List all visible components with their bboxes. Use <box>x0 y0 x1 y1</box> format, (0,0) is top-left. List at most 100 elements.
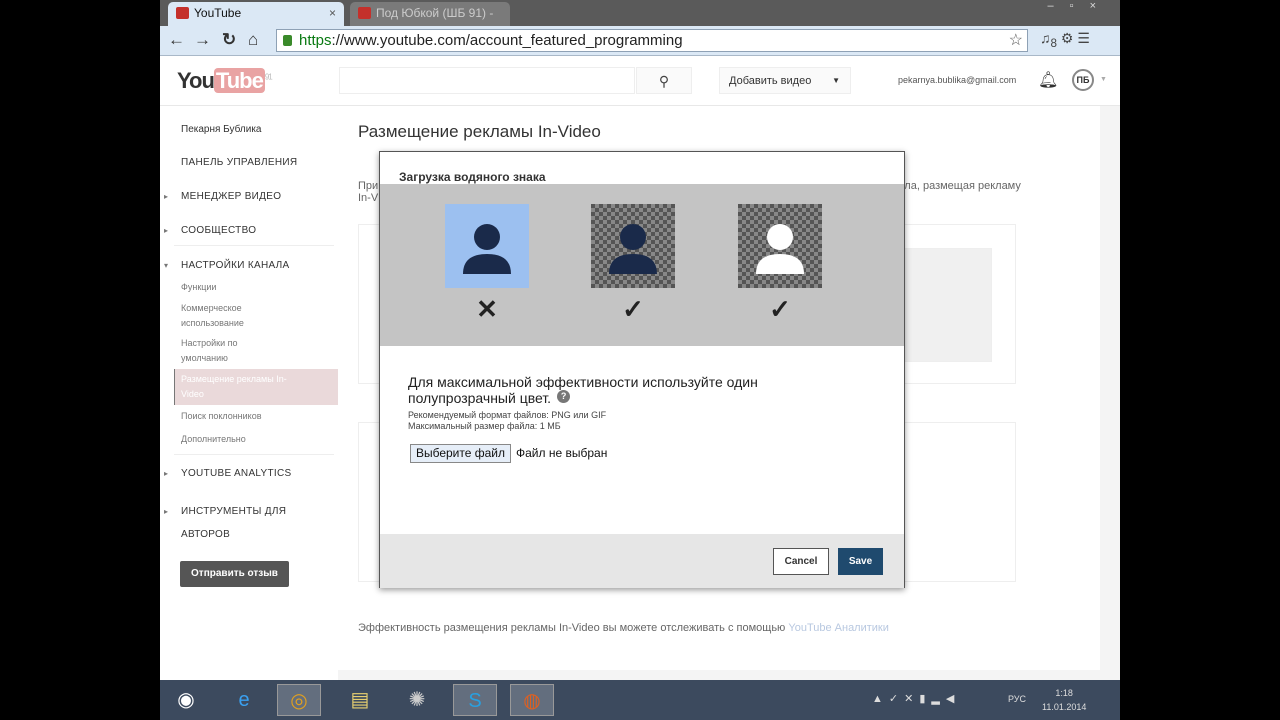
tab-label: YouTube <box>194 6 242 20</box>
logo-sup: 91 <box>264 72 273 82</box>
date: 11.01.2014 <box>1042 702 1087 712</box>
chevron-down-icon[interactable]: ▼ <box>1100 76 1107 83</box>
chevron-down-icon: ▼ <box>832 76 840 85</box>
dialog-footer: Cancel Save <box>380 534 904 588</box>
sidebar-subitem-advanced[interactable]: Дополнительно <box>181 432 331 447</box>
sidebar-item-creator-tools[interactable]: ▸ ИНСТРУМЕНТЫ ДЛЯ АВТОРОВ <box>164 500 291 546</box>
youtube-favicon-icon <box>176 7 189 19</box>
extension-badge: 8 <box>1050 36 1057 50</box>
youtube-logo[interactable]: YouTube 91 <box>177 68 273 94</box>
watermark-examples: ✕ ✓ ✓ <box>380 184 904 346</box>
help-icon[interactable]: ? <box>557 390 571 403</box>
watermark-upload-dialog: Загрузка водяного знака ✕ ✓ ✓ Для максим… <box>379 151 905 588</box>
recommendation-text: Для максимальной эффективности используй… <box>408 374 788 406</box>
bottom-text: Эффективность размещения рекламы In-Vide… <box>358 622 889 634</box>
url-rest: ://www.youtube.com/account_featured_prog… <box>331 32 683 49</box>
screen: YouTube × Под Юбкой (ШБ 91) - Yo –▫× ← → … <box>160 0 1120 720</box>
internet-explorer-icon[interactable]: e <box>222 684 266 716</box>
time: 1:18 <box>1055 688 1073 698</box>
cross-icon: ✕ <box>476 294 498 324</box>
description-fragment: При <box>358 180 379 192</box>
send-feedback-button[interactable]: Отправить отзыв <box>180 561 289 587</box>
youtube-header: YouTube 91 ⚲ Добавить видео ▼ pekarnya.bub… <box>160 56 1120 106</box>
cancel-button[interactable]: Cancel <box>773 548 829 575</box>
file-size-hint: Максимальный размер файла: 1 МБ <box>408 421 561 431</box>
lead-text: Для максимальной эффективности используй… <box>408 374 758 406</box>
browser-toolbar: ← → ↻ ⌂ https://www.youtube.com/account_… <box>160 26 1120 56</box>
bell-icon[interactable]: 🔔︎ <box>1038 70 1058 90</box>
language-indicator[interactable]: РУС <box>1008 694 1026 704</box>
sidebar-item-video-manager[interactable]: ▸ МЕНЕДЖЕР ВИДЕО <box>164 189 331 204</box>
label: YOUTUBE ANALYTICS <box>181 468 292 479</box>
tab-youtube[interactable]: YouTube × <box>168 2 344 26</box>
sidebar-subitem-invideo[interactable]: Размещение рекламы In-Video <box>181 372 291 402</box>
clock[interactable]: 1:18 11.01.2014 <box>1042 686 1086 714</box>
divider <box>174 454 334 455</box>
tab-strip: YouTube × Под Юбкой (ШБ 91) - Yo –▫× <box>160 0 1120 42</box>
bottom-text-body: Эффективность размещения рекламы In-Vide… <box>358 622 789 634</box>
dialog-title: Загрузка водяного знака <box>399 170 546 184</box>
avatar[interactable]: ПБ <box>1072 69 1094 91</box>
choose-file-button[interactable]: Выберите файл <box>410 444 511 463</box>
sidebar-item-dashboard[interactable]: ПАНЕЛЬ УПРАВЛЕНИЯ <box>181 155 331 170</box>
checkmark-icon: ✓ <box>622 294 644 324</box>
analytics-link[interactable]: YouTube Аналитики <box>788 622 889 634</box>
chrome-icon[interactable]: ◎ <box>277 684 321 716</box>
start-button-icon[interactable]: ◉ <box>164 684 208 716</box>
search-input[interactable] <box>339 67 635 94</box>
taskbar: ◉ e ◎ ▤ ✺ S ◍ ▲✓✕▮▂◀ РУС 1:18 11.01.2014 <box>160 680 1120 720</box>
preview-image <box>904 248 992 362</box>
page-title: Размещение рекламы In-Video <box>358 122 601 141</box>
checkmark-icon: ✓ <box>769 294 791 324</box>
upload-button[interactable]: Добавить видео ▼ <box>719 67 851 94</box>
address-bar[interactable]: https://www.youtube.com/account_featured… <box>276 29 1028 52</box>
bullet-icon: ▸ <box>164 226 169 235</box>
reload-icon[interactable]: ↻ <box>222 30 236 50</box>
sidebar: Пекарня Бублика ПАНЕЛЬ УПРАВЛЕНИЯ ▸ МЕНЕД… <box>160 106 338 680</box>
system-tray-icons[interactable]: ▲✓✕▮▂◀ <box>872 692 960 705</box>
description-fragment: анала, размещая рекламу <box>886 180 1021 192</box>
media-icon[interactable]: ✺ <box>395 684 439 716</box>
sidebar-subitem-features[interactable]: Функции <box>181 280 331 295</box>
bullet-icon: ▸ <box>164 192 169 201</box>
tab-video[interactable]: Под Юбкой (ШБ 91) - Yo <box>350 2 510 42</box>
back-icon[interactable]: ← <box>168 30 185 50</box>
person-on-blue-icon <box>445 204 529 288</box>
file-status: Файл не выбран <box>516 446 608 460</box>
search-button[interactable]: ⚲ <box>636 67 692 94</box>
lock-icon <box>283 35 292 46</box>
firefox-icon[interactable]: ◍ <box>510 684 554 716</box>
white-person-on-checker-icon <box>738 204 822 288</box>
sidebar-subitem-defaults[interactable]: Настройки по умолчанию <box>181 336 271 366</box>
sidebar-subitem-fan-finder[interactable]: Поиск поклонников <box>181 409 331 424</box>
logo-tube: Tube <box>213 68 265 93</box>
label: ИНСТРУМЕНТЫ ДЛЯ АВТОРОВ <box>181 506 287 540</box>
home-icon[interactable]: ⌂ <box>248 30 258 50</box>
forward-icon[interactable]: → <box>194 30 211 50</box>
skype-icon[interactable]: S <box>453 684 497 716</box>
sidebar-item-analytics[interactable]: ▸ YOUTUBE ANALYTICS <box>164 466 331 481</box>
close-tab-icon[interactable]: × <box>329 2 336 24</box>
sidebar-subitem-monetization[interactable]: Коммерческое использование <box>181 301 271 331</box>
upload-label: Добавить видео <box>729 75 812 87</box>
logo-you: You <box>177 68 215 93</box>
account-email: pekarnya.bublika@gmail.com <box>898 75 1017 85</box>
file-explorer-icon[interactable]: ▤ <box>338 684 382 716</box>
file-format-hint: Рекомендуемый формат файлов: PNG или GIF <box>408 410 607 420</box>
extension-icons[interactable]: ♫8 ⚙ ☰ <box>1040 30 1110 52</box>
bullet-icon: ▾ <box>164 261 169 270</box>
sidebar-channel-name[interactable]: Пекарня Бублика <box>181 122 331 137</box>
sidebar-item-channel-settings[interactable]: ▾ НАСТРОЙКИ КАНАЛА <box>164 258 331 273</box>
label: НАСТРОЙКИ КАНАЛА <box>181 260 290 271</box>
dark-person-on-checker-icon <box>591 204 675 288</box>
sidebar-item-community[interactable]: ▸ СООБЩЕСТВО <box>164 223 331 238</box>
window-controls[interactable]: –▫× <box>1048 0 1112 12</box>
bookmark-star-icon[interactable]: ☆ <box>1009 30 1023 51</box>
description-fragment: In-V <box>358 192 379 204</box>
search-icon: ⚲ <box>658 73 670 89</box>
save-button[interactable]: Save <box>838 548 883 575</box>
bullet-icon: ▸ <box>164 469 169 478</box>
label: МЕНЕДЖЕР ВИДЕО <box>181 191 282 202</box>
label: СООБЩЕСТВО <box>181 225 257 236</box>
divider <box>174 245 334 246</box>
